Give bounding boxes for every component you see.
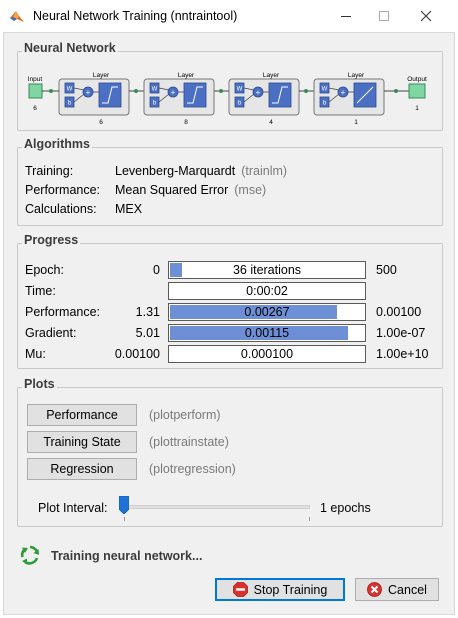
stop-icon [232, 582, 248, 597]
matlab-icon [10, 11, 24, 22]
close-icon [420, 10, 432, 22]
layer-1: Layer W b + 6 [58, 72, 130, 126]
epoch-progress-text: 36 iterations [232, 263, 302, 277]
performance-progress-label: Performance: [25, 305, 101, 319]
gradient-label: Gradient: [25, 326, 77, 340]
stop-training-label: Stop Training [253, 582, 328, 597]
plot-interval-slider-thumb[interactable] [119, 496, 129, 514]
time-label: Time: [25, 284, 56, 298]
progress-title: Progress [22, 233, 81, 247]
mu-min: 0.00100 [114, 347, 160, 361]
plot-performance-button[interactable]: Performance [27, 404, 137, 426]
layer-1-size: 6 [99, 119, 103, 126]
plot-regression-button[interactable]: Regression [27, 458, 137, 480]
plots-title: Plots [22, 377, 57, 391]
epoch-label: Epoch: [25, 263, 64, 277]
maximize-button[interactable] [362, 0, 406, 32]
performance-value: Mean Squared Error (mse) [115, 183, 267, 197]
plot-regression-function: (plotregression) [149, 462, 236, 476]
progress-panel: Progress Epoch: 0 36 iterations 500 Time… [17, 233, 443, 369]
output-block [408, 83, 426, 99]
mu-progress-bar: 0.000100 [168, 345, 366, 363]
time-progress-bar: 0:00:02 [168, 282, 366, 300]
input-label: Input [28, 76, 43, 83]
performance-function: (mse) [234, 183, 267, 197]
calculations-value: MEX [115, 202, 143, 216]
layer-4-label: Layer [348, 72, 365, 79]
input-size: 6 [33, 105, 37, 112]
status-text: Training neural network... [51, 549, 203, 563]
neural-network-panel: Neural Network Input 6 Layer W b + 6 Lay… [17, 41, 443, 131]
calculations-label: Calculations: [25, 202, 97, 216]
window-client-area: Neural Network Input 6 Layer W b + 6 Lay… [3, 32, 455, 615]
layer-1-label: Layer [93, 72, 110, 79]
epoch-max: 500 [376, 263, 397, 277]
plot-training-state-function: (plottrainstate) [149, 435, 229, 449]
mu-max: 1.00e+10 [376, 347, 429, 361]
recycle-icon [20, 545, 39, 565]
algorithms-panel: Algorithms Training: Levenberg-Marquardt… [17, 137, 443, 226]
mu-label: Mu: [25, 347, 46, 361]
svg-text:+: + [256, 88, 261, 97]
window-title: Neural Network Training (nntraintool) [33, 9, 238, 23]
svg-text:+: + [86, 88, 91, 97]
title-bar: Neural Network Training (nntraintool) [0, 0, 458, 32]
performance-min: 1.31 [135, 305, 160, 319]
time-progress-text: 0:00:02 [246, 284, 288, 298]
performance-label: Performance: [25, 183, 101, 197]
training-label: Training: [25, 164, 74, 178]
cancel-label: Cancel [388, 582, 427, 597]
layer-2-size: 8 [184, 119, 188, 126]
layer-4-size: 1 [354, 119, 358, 126]
mu-progress-text: 0.000100 [240, 347, 294, 361]
plot-interval-label: Plot Interval: [38, 501, 108, 515]
close-button[interactable] [404, 0, 448, 32]
slider-tick [309, 517, 310, 521]
layer-2-weight: W [152, 87, 158, 93]
slider-tick [124, 517, 125, 521]
layer-4-weight: W [322, 87, 328, 93]
epoch-progress-bar: 36 iterations [168, 261, 366, 279]
output-size: 1 [415, 105, 419, 112]
layer-3-label: Layer [263, 72, 280, 79]
maximize-icon [379, 11, 389, 21]
svg-text:+: + [171, 88, 176, 97]
plots-panel: Plots Performance (plotperform) Training… [17, 377, 443, 527]
training-value: Levenberg-Marquardt (trainlm) [115, 164, 288, 178]
algorithms-title: Algorithms [22, 137, 92, 151]
layer-2-label: Layer [178, 72, 195, 79]
performance-progress-text: 0.00267 [244, 305, 290, 319]
performance-max: 0.00100 [376, 305, 422, 319]
cancel-icon [367, 582, 382, 597]
training-function: (trainlm) [241, 164, 288, 178]
minimize-icon [341, 16, 351, 17]
gradient-max: 1.00e-07 [376, 326, 426, 340]
stop-training-button[interactable]: Stop Training [215, 578, 345, 601]
cancel-button[interactable]: Cancel [355, 578, 439, 601]
layer-3: Layer W b + 4 [228, 72, 300, 126]
input-block [28, 83, 43, 99]
network-diagram: Input 6 Layer W b + 6 Layer W b + 8 Laye… [28, 72, 427, 126]
layer-2: Layer W b + 8 [143, 72, 215, 126]
gradient-progress-bar: 0.00115 [168, 324, 366, 342]
plot-training-state-button[interactable]: Training State [27, 431, 137, 453]
layer-4: Layer W b + 1 [313, 72, 385, 126]
plot-interval-value: 1 epochs [320, 501, 371, 515]
layer-1-weight: W [67, 87, 73, 93]
layer-3-size: 4 [269, 119, 273, 126]
neural-network-title: Neural Network [22, 41, 118, 55]
svg-text:+: + [341, 88, 346, 97]
plot-interval-slider[interactable] [124, 505, 310, 509]
plot-performance-function: (plotperform) [149, 408, 221, 422]
layer-3-weight: W [237, 87, 243, 93]
gradient-min: 5.01 [135, 326, 160, 340]
output-label: Output [407, 76, 427, 83]
epoch-min: 0 [153, 263, 160, 277]
gradient-progress-text: 0.00115 [244, 326, 290, 340]
performance-progress-bar: 0.00267 [168, 303, 366, 321]
